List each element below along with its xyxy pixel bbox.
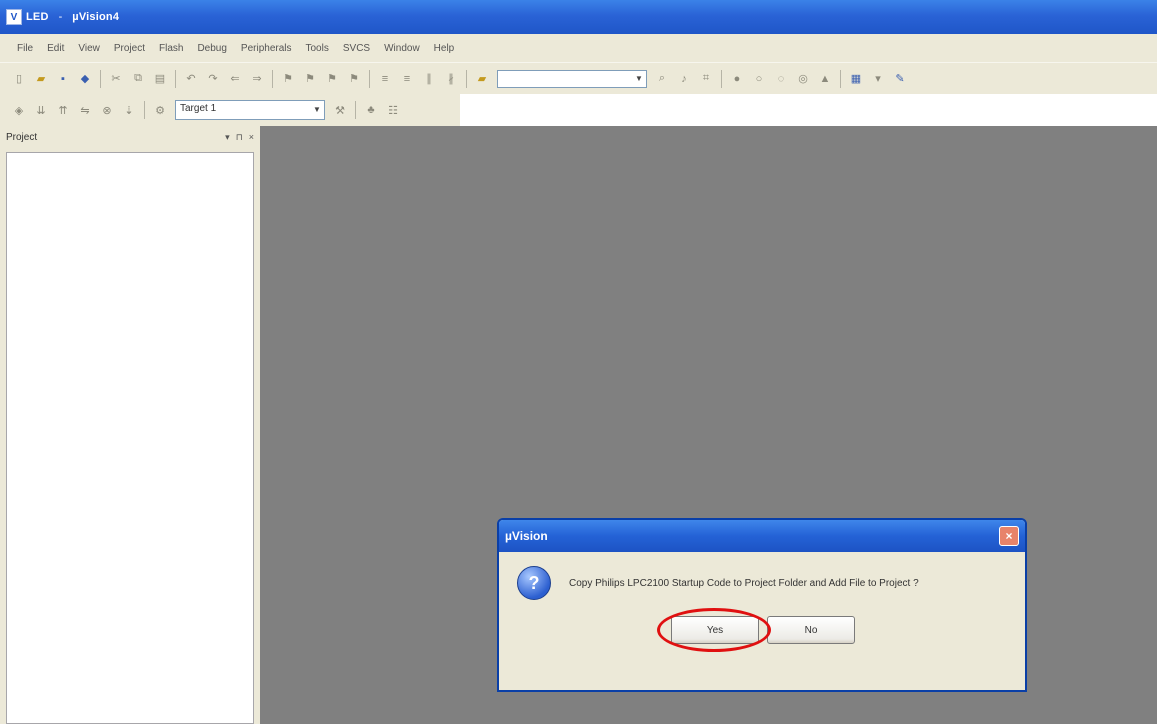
open-folder-icon[interactable]: ▰ xyxy=(32,70,50,88)
replace-icon[interactable]: ⌗ xyxy=(697,70,715,88)
menu-file[interactable]: File xyxy=(10,41,40,56)
highlight-annotation xyxy=(657,608,771,652)
incremental-find-icon[interactable]: ♪ xyxy=(675,70,693,88)
menu-view[interactable]: View xyxy=(71,41,107,56)
config-icon[interactable]: ▲ xyxy=(816,70,834,88)
build-icon[interactable]: ⇊ xyxy=(32,101,50,119)
toolbar-separator xyxy=(100,69,101,88)
toolbar-separator xyxy=(272,69,273,88)
bookmark-prev-icon[interactable]: ⚑ xyxy=(301,70,319,88)
menu-peripherals[interactable]: Peripherals xyxy=(234,41,299,56)
new-file-icon[interactable]: ▯ xyxy=(10,70,28,88)
window-layout-icon[interactable]: ▦ xyxy=(847,70,865,88)
uncomment-icon[interactable]: ∦ xyxy=(442,70,460,88)
stop-build-icon[interactable]: ⊗ xyxy=(98,101,116,119)
pin-dropdown-icon[interactable]: ▾ xyxy=(225,132,230,143)
title-bar: V LED - µVision4 xyxy=(0,0,1157,34)
window-title-prefix: LED xyxy=(26,11,49,23)
manage-components-icon[interactable]: ♣ xyxy=(362,101,380,119)
chevron-down-icon[interactable]: ▼ xyxy=(310,101,324,117)
translate-icon[interactable]: ◈ xyxy=(10,101,28,119)
standard-toolbar: ▯ ▰ ▪ ◆ ✂ ⧉ ▤ ↶ ↷ ⇐ ⇒ ⚑ ⚑ ⚑ ⚑ ≡ ≡ ∥ ∦ ▰ … xyxy=(0,62,1157,94)
title-separator: - xyxy=(58,11,63,23)
nav-forward-icon[interactable]: ⇒ xyxy=(248,70,266,88)
save-all-icon[interactable]: ◆ xyxy=(76,70,94,88)
breakpoint-insert-icon[interactable]: ○ xyxy=(750,70,768,88)
nav-back-icon[interactable]: ⇐ xyxy=(226,70,244,88)
bookmark-clear-icon[interactable]: ⚑ xyxy=(345,70,363,88)
copy-icon[interactable]: ⧉ xyxy=(129,70,147,88)
wrench-icon[interactable]: ✎ xyxy=(891,70,909,88)
window-title-app: µVision4 xyxy=(72,11,120,23)
target-options-icon[interactable]: ⚙ xyxy=(151,101,169,119)
menu-debug[interactable]: Debug xyxy=(190,41,233,56)
toolbar-separator xyxy=(355,101,356,119)
breakpoint-kill-icon[interactable]: ◎ xyxy=(794,70,812,88)
find-icon[interactable]: ⌕ xyxy=(653,70,671,88)
redo-icon[interactable]: ↷ xyxy=(204,70,222,88)
question-icon: ? xyxy=(517,566,551,600)
build-toolbar: ◈ ⇊ ⇈ ⇋ ⊗ ⇣ ⚙ Target 1 ▼ ⚒ ♣ ☷ xyxy=(0,94,460,126)
breakpoint-disable-icon[interactable]: ◌ xyxy=(772,70,790,88)
project-panel: Project ▾ ⊓ × xyxy=(0,126,260,724)
bookmark-next-icon[interactable]: ⚑ xyxy=(323,70,341,88)
no-button[interactable]: No xyxy=(767,616,855,644)
paste-icon[interactable]: ▤ xyxy=(151,70,169,88)
menu-svcs[interactable]: SVCS xyxy=(336,41,377,56)
toolbar-separator xyxy=(175,69,176,88)
toolbar-separator xyxy=(144,101,145,119)
bookmark-toggle-icon[interactable]: ⚑ xyxy=(279,70,297,88)
close-panel-icon[interactable]: × xyxy=(249,132,254,142)
indent-icon[interactable]: ≡ xyxy=(376,70,394,88)
find-combo[interactable]: ▼ xyxy=(497,69,647,88)
target-settings-icon[interactable]: ⚒ xyxy=(331,101,349,119)
comment-icon[interactable]: ∥ xyxy=(420,70,438,88)
unindent-icon[interactable]: ≡ xyxy=(398,70,416,88)
project-panel-header: Project ▾ ⊓ × xyxy=(0,126,260,148)
undo-icon[interactable]: ↶ xyxy=(182,70,200,88)
dialog-title: µVision xyxy=(505,529,548,543)
window-layout-dropdown-icon[interactable]: ▾ xyxy=(869,70,887,88)
batch-build-icon[interactable]: ⇋ xyxy=(76,101,94,119)
toolbar-separator xyxy=(721,69,722,88)
app-icon: V xyxy=(6,9,22,25)
target-select-value: Target 1 xyxy=(180,103,217,114)
cut-icon[interactable]: ✂ xyxy=(107,70,125,88)
find-in-files-icon[interactable]: ▰ xyxy=(473,70,491,88)
toolbar-separator xyxy=(466,69,467,88)
rebuild-icon[interactable]: ⇈ xyxy=(54,101,72,119)
menu-help[interactable]: Help xyxy=(427,41,462,56)
download-icon[interactable]: ⇣ xyxy=(120,101,138,119)
confirm-dialog: µVision × ? Copy Philips LPC2100 Startup… xyxy=(497,518,1027,692)
close-icon[interactable]: × xyxy=(999,526,1019,546)
menu-flash[interactable]: Flash xyxy=(152,41,190,56)
save-icon[interactable]: ▪ xyxy=(54,70,72,88)
menu-edit[interactable]: Edit xyxy=(40,41,71,56)
chevron-down-icon[interactable]: ▼ xyxy=(632,71,646,87)
toolbar-separator xyxy=(840,69,841,88)
project-panel-title: Project xyxy=(6,131,38,143)
menu-tools[interactable]: Tools xyxy=(299,41,336,56)
menu-project[interactable]: Project xyxy=(107,41,152,56)
toolbar-separator xyxy=(369,69,370,88)
dialog-message: Copy Philips LPC2100 Startup Code to Pro… xyxy=(569,578,919,589)
menu-window[interactable]: Window xyxy=(377,41,427,56)
project-tree[interactable] xyxy=(6,152,254,724)
target-select[interactable]: Target 1 ▼ xyxy=(175,100,325,120)
menu-bar: File Edit View Project Flash Debug Perip… xyxy=(0,34,1157,62)
dialog-title-bar: µVision xyxy=(499,520,1025,552)
debug-start-icon[interactable]: ● xyxy=(728,70,746,88)
file-extensions-icon[interactable]: ☷ xyxy=(384,101,402,119)
toolbar-empty-area xyxy=(460,94,1157,126)
float-panel-icon[interactable]: ⊓ xyxy=(236,132,243,143)
